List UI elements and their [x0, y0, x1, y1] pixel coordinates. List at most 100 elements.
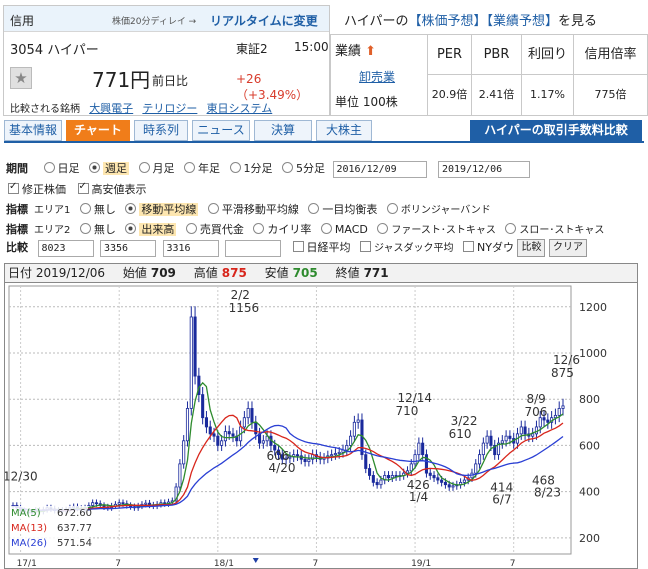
candle-body — [508, 435, 512, 439]
tab-basic-info[interactable]: 基本情報 — [4, 120, 62, 141]
period-5min-label: 5分足 — [296, 162, 325, 175]
industry-link[interactable]: 卸売業 — [359, 68, 395, 85]
ind1-radio-none[interactable] — [79, 203, 91, 214]
ind2-radio-volume[interactable] — [125, 223, 137, 234]
candle-body — [432, 475, 436, 479]
time-label: 15:00 — [294, 40, 329, 54]
category-label: 信用 — [10, 14, 35, 28]
prev-day-label: 前日比 — [152, 74, 189, 88]
candle-body — [546, 419, 550, 423]
metric-label: PER — [428, 35, 471, 75]
ind1-radio-sma[interactable] — [207, 203, 219, 214]
tab-shareholders[interactable]: 大株主 — [316, 120, 372, 141]
period-radio-yearly[interactable] — [184, 162, 195, 173]
price-change: +26 （+3.49%） — [236, 72, 309, 102]
tab-news[interactable]: ニュース — [192, 120, 250, 141]
stock-forecast-link[interactable]: 【株価予想】 — [408, 14, 486, 29]
ind2-radio-slow-stoch[interactable] — [505, 223, 517, 234]
candle-body — [144, 502, 148, 505]
ma-legend-name: MA(5) — [11, 508, 41, 519]
ind2-radio-none[interactable] — [79, 223, 91, 234]
clear-button[interactable]: クリア — [548, 239, 587, 257]
tab-timeseries[interactable]: 時系列 — [134, 120, 188, 141]
ind1-radio-bollinger[interactable] — [386, 203, 398, 214]
ind2-radio-turnover[interactable] — [185, 223, 197, 234]
ind2-radio-deviation[interactable] — [253, 223, 265, 234]
candle-body — [337, 451, 341, 454]
cmp-label: 比較 — [6, 241, 28, 254]
high-low-checkbox[interactable] — [77, 181, 89, 194]
stock-chart[interactable]: 日付 2019/12/06 始値 709 高値 875 安値 705 終値 771 20… — [4, 263, 638, 569]
candle-body — [178, 463, 182, 488]
date-from-input[interactable]: 2016/12/09 — [332, 160, 427, 178]
jasdaq-checkbox[interactable] — [360, 241, 371, 252]
cmp-code-input-3[interactable]: 3316 — [162, 239, 219, 257]
candle-body — [364, 454, 368, 469]
annotation-label: 2/2 — [231, 288, 250, 302]
date-to-input[interactable]: 2019/12/06 — [438, 160, 530, 178]
candle-body — [421, 442, 425, 456]
ind2-radio-fast-stoch[interactable] — [377, 223, 389, 234]
adj-price-label: 修正株価 — [22, 183, 66, 196]
candle-body — [447, 484, 451, 488]
ind2-radio-macd[interactable] — [320, 223, 332, 234]
period-radio-5min[interactable] — [282, 162, 293, 173]
period-radio-monthly[interactable] — [138, 162, 150, 173]
candle-body — [462, 479, 466, 483]
indicator2-row: 指標 エリア2 無し 出来高 売買代金 カイリ率 MACD ファースト･ストキャス… — [6, 221, 604, 237]
compare-link-3[interactable]: 東日システム — [207, 102, 273, 115]
ma-legend-name: MA(26) — [11, 538, 47, 549]
cmp-code-input-4[interactable] — [225, 239, 281, 257]
annotation-value: 875 — [551, 366, 574, 380]
favorite-star-icon[interactable]: ★ — [10, 67, 32, 89]
compare-link-2[interactable]: テリロジー — [142, 102, 197, 115]
ind2-slow-stoch-label: スロー･ストキャス — [519, 225, 605, 236]
candle-body — [386, 475, 391, 479]
x-tick-label: 19/1 — [411, 559, 431, 569]
period-radio-weekly[interactable] — [89, 162, 100, 173]
metric-yield: 利回り 1.17% — [521, 35, 573, 115]
high-value: 875 — [221, 266, 247, 280]
candle-body — [212, 433, 216, 437]
tab-chart[interactable]: チャート — [66, 120, 130, 141]
nydow-checkbox[interactable] — [463, 241, 474, 252]
x-tick-label: 7 — [510, 559, 516, 569]
x-tick-label: 7 — [115, 559, 121, 569]
ind1-radio-ichimoku[interactable] — [308, 203, 320, 214]
metric-value: 1.17% — [530, 88, 565, 101]
annotation-label: 3/22 — [451, 414, 478, 428]
adj-price-checkbox[interactable] — [8, 181, 19, 194]
candle-body — [216, 435, 220, 446]
date-value: 2019/12/06 — [35, 266, 106, 280]
tab-earnings[interactable]: 決算 — [254, 120, 312, 141]
period-radio-1min[interactable] — [229, 162, 241, 173]
candle-body — [428, 472, 432, 476]
candle-body — [368, 468, 372, 476]
high-low-label: 高安値表示 — [91, 183, 147, 196]
candle-body — [352, 421, 356, 437]
candle-body — [94, 502, 98, 505]
nikkei-checkbox[interactable] — [292, 241, 304, 252]
compare-link-1[interactable]: 大興電子 — [89, 102, 133, 115]
candle-body — [185, 408, 190, 442]
period-weekly-label: 週足 — [103, 162, 129, 175]
candle-body — [390, 475, 394, 479]
ind2-none-label: 無し — [93, 223, 116, 236]
candle-body — [504, 435, 508, 442]
compare-stocks: 比較される銘柄 大興電子 テリロジー 東日システム — [10, 100, 272, 116]
jasdaq-label: ジャスダック平均 — [374, 243, 454, 254]
realtime-link[interactable]: リアルタイムに変更 — [210, 12, 318, 29]
cmp-code-input-1[interactable]: 8023 — [37, 239, 94, 257]
ind1-radio-ma[interactable] — [125, 203, 137, 214]
cmp-code-input-2[interactable]: 3356 — [100, 239, 156, 257]
period-radio-daily[interactable] — [43, 162, 55, 173]
fee-comparison-link[interactable]: ハイパーの取引手数料比較 — [470, 120, 642, 141]
earnings-forecast-link[interactable]: 【業績予想】 — [487, 14, 559, 29]
compare-button[interactable]: 比較 — [517, 239, 546, 257]
candle-body — [489, 435, 493, 446]
candle-body — [345, 445, 349, 451]
close-label: 終値 — [335, 266, 360, 280]
open-label: 始値 — [122, 266, 147, 280]
chart-canvas[interactable]: 200 400 600 800 1000 1200 17/1 7 18/1 7 19/1 7 12/30… — [5, 284, 637, 569]
indicator1-row: 指標 エリア1 無し 移動平均線 平滑移動平均線 一目均衡表 ボリンジャーバンド — [6, 201, 491, 217]
